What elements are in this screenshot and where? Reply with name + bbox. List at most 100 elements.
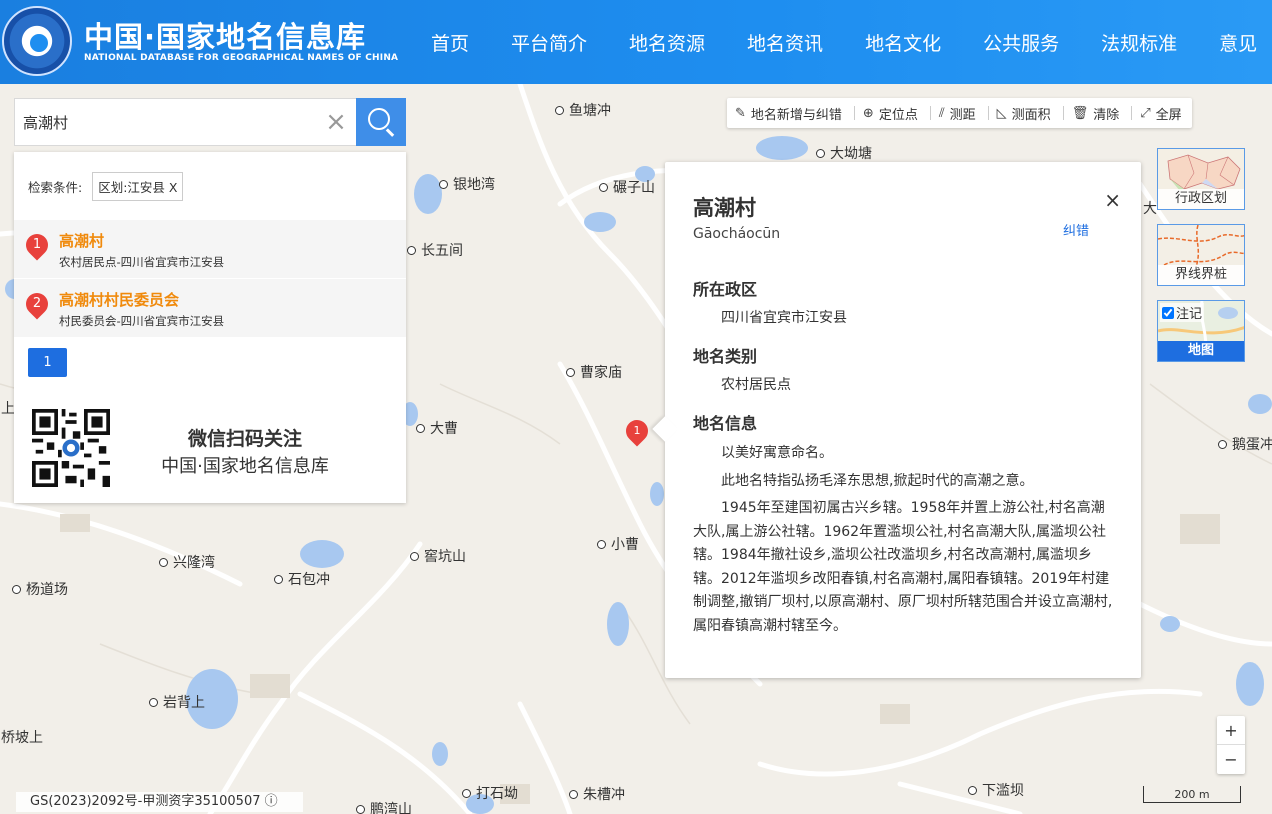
tool-clear[interactable]: 🗑 清除 (1072, 104, 1120, 123)
map-place-label: 杨道场 (12, 579, 68, 599)
map-copyright: GS(2023)2092号-甲测资字35100507 ⓘ (16, 792, 303, 812)
tool-fullscreen[interactable]: ⤢ 全屏 (1140, 104, 1181, 123)
map-place-label: 银地湾 (439, 174, 495, 194)
tool-measure-area[interactable]: ◺ 测面积 (997, 104, 1051, 123)
section-region-text: 四川省宜宾市江安县 (721, 310, 847, 326)
map-place-label: 朱槽冲 (569, 784, 625, 804)
tool-label: 测距 (949, 107, 976, 123)
zoom-out-button[interactable]: − (1217, 745, 1245, 774)
info-paragraph: 1945年至建国初属古兴乡辖。1958年并置上游公社,村名高潮大队,属上游公社辖… (693, 500, 1113, 634)
map-marker-number: 1 (633, 424, 641, 437)
site-logo-icon[interactable] (2, 6, 72, 76)
report-error-link[interactable]: 纠错 (1063, 220, 1089, 239)
map-place-label: 打石坳 (462, 783, 518, 803)
layer-label: 界线界桩 (1158, 265, 1244, 285)
tool-label: 地名新增与纠错 (750, 107, 842, 123)
tool-locate[interactable]: ⊕ 定位点 (863, 104, 918, 123)
map-place-label: 小曹 (597, 534, 639, 554)
toolbar-divider (853, 106, 855, 120)
marker-icon: 2 (21, 288, 53, 320)
map-place-label: 鹏湾山 (356, 799, 412, 814)
close-icon[interactable]: × (1104, 188, 1121, 212)
wechat-follow-title: 微信扫码关注 (187, 428, 302, 450)
nav-culture[interactable]: 地名文化 (865, 29, 941, 56)
map-place-label: 窖坑山 (410, 546, 466, 566)
layer-label: 行政区划 (1158, 189, 1244, 209)
marker-icon: 1 (21, 229, 53, 261)
result-subtitle: 村民委员会-四川省宜宾市江安县 (59, 314, 225, 328)
result-item[interactable]: 2 高潮村村民委员会 村民委员会-四川省宜宾市江安县 (14, 279, 406, 337)
map-place-label: 兴隆湾 (159, 552, 215, 572)
layer-annotation-toggle[interactable]: 注记 (1160, 303, 1205, 322)
result-index: 1 (32, 237, 42, 252)
map-place-label: 曹家庙 (566, 362, 622, 382)
map-place-label: 上 (1, 401, 15, 417)
site-subtitle: NATIONAL DATABASE FOR GEOGRAPHICAL NAMES… (84, 53, 399, 63)
result-name[interactable]: 高潮村村民委员会 (59, 289, 179, 310)
map-place-label: 岩背上 (149, 692, 205, 712)
wechat-follow-subtitle: 中国·国家地名信息库 (161, 456, 329, 477)
section-title: 地名信息 (693, 414, 758, 433)
zoom-in-button[interactable]: + (1217, 716, 1245, 745)
map-toolbar: ✎ 地名新增与纠错 ⊕ 定位点 ⫽ 测距 ◺ 测面积 🗑 清除 ⤢ 全屏 (727, 98, 1192, 128)
annotation-checkbox[interactable] (1162, 306, 1174, 319)
tool-label: 测面积 (1011, 107, 1051, 123)
search-box: × (14, 98, 406, 146)
layer-map[interactable]: 注记 地图 (1157, 300, 1245, 362)
popup-body: 所在政区 四川省宜宾市江安县 地名类别 农村居民点 地名信息 以美好寓意命名。 … (693, 276, 1115, 642)
nav-home[interactable]: 首页 (431, 29, 469, 56)
area-icon: ◺ (996, 105, 1007, 121)
fullscreen-icon: ⤢ (1140, 105, 1151, 121)
checkbox-label: 注记 (1176, 307, 1203, 322)
result-index: 2 (32, 296, 42, 311)
tool-measure-distance[interactable]: ⫽ 测距 (939, 104, 976, 123)
toolbar-divider (1131, 106, 1133, 120)
map-place-label: 长五间 (407, 240, 463, 260)
place-info-popup: 高潮村 Gāocháocūn 纠错 × 所在政区 四川省宜宾市江安县 地名类别 … (652, 162, 1141, 678)
clear-icon[interactable]: × (323, 109, 349, 135)
toolbar-divider (987, 106, 989, 120)
popup-pinyin: Gāocháocūn (693, 226, 781, 242)
condition-label: 检索条件: (28, 180, 83, 195)
tool-label: 定位点 (878, 107, 918, 123)
map-place-label: 下滥坝 (968, 780, 1024, 800)
search-button[interactable] (356, 98, 406, 146)
nav-public-service[interactable]: 公共服务 (983, 29, 1059, 56)
search-input[interactable] (15, 99, 315, 145)
nav-regulations[interactable]: 法规标准 (1101, 29, 1177, 56)
map-place-label: 大 (1143, 201, 1157, 217)
tool-add-correct[interactable]: ✎ 地名新增与纠错 (735, 104, 842, 123)
condition-tag-region[interactable]: 区划:江安县 X (92, 172, 184, 201)
info-paragraph: 以美好寓意命名。 (721, 445, 833, 461)
wechat-qr-code (32, 409, 110, 487)
map-scale-bar: 200 m (1143, 786, 1241, 803)
layer-label: 地图 (1158, 341, 1244, 361)
search-condition: 检索条件: 区划:江安县 X (28, 172, 184, 201)
layer-admin-division[interactable]: 行政区划 (1157, 148, 1245, 210)
locate-icon: ⊕ (862, 105, 874, 121)
map-place-label: 碾子山 (599, 177, 655, 197)
layer-boundary[interactable]: 界线界桩 (1157, 224, 1245, 286)
result-item[interactable]: 1 高潮村 农村居民点-四川省宜宾市江安县 (14, 220, 406, 278)
map-place-label: 桥坡上 (1, 730, 43, 746)
section-title: 地名类别 (693, 347, 758, 366)
nav-news[interactable]: 地名资讯 (747, 29, 823, 56)
nav-feedback[interactable]: 意见 (1219, 29, 1257, 56)
trash-icon: 🗑 (1071, 105, 1089, 121)
map-place-label: 鱼塘冲 (555, 100, 611, 120)
info-paragraph: 此地名特指弘扬毛泽东思想,掀起时代的高潮之意。 (721, 472, 1034, 489)
map-marker-1[interactable]: 1 (621, 415, 653, 447)
map-place-label: 石包冲 (274, 569, 330, 589)
nav-resources[interactable]: 地名资源 (629, 29, 705, 56)
nav-about[interactable]: 平台简介 (511, 29, 587, 56)
popup-title: 高潮村 (693, 196, 756, 220)
map-place-label: 大坳塘 (816, 143, 872, 163)
pagination-page-1[interactable]: 1 (28, 348, 67, 377)
section-title: 所在政区 (693, 280, 758, 299)
map-place-label: 鹅蛋冲 (1218, 434, 1272, 454)
tool-label: 全屏 (1155, 107, 1182, 123)
search-results-panel: 检索条件: 区划:江安县 X 1 高潮村 农村居民点-四川省宜宾市江安县 2 高… (14, 152, 406, 503)
section-category-text: 农村居民点 (721, 377, 791, 393)
site-title[interactable]: 中国·国家地名信息库 (84, 14, 366, 56)
result-name[interactable]: 高潮村 (59, 230, 104, 251)
